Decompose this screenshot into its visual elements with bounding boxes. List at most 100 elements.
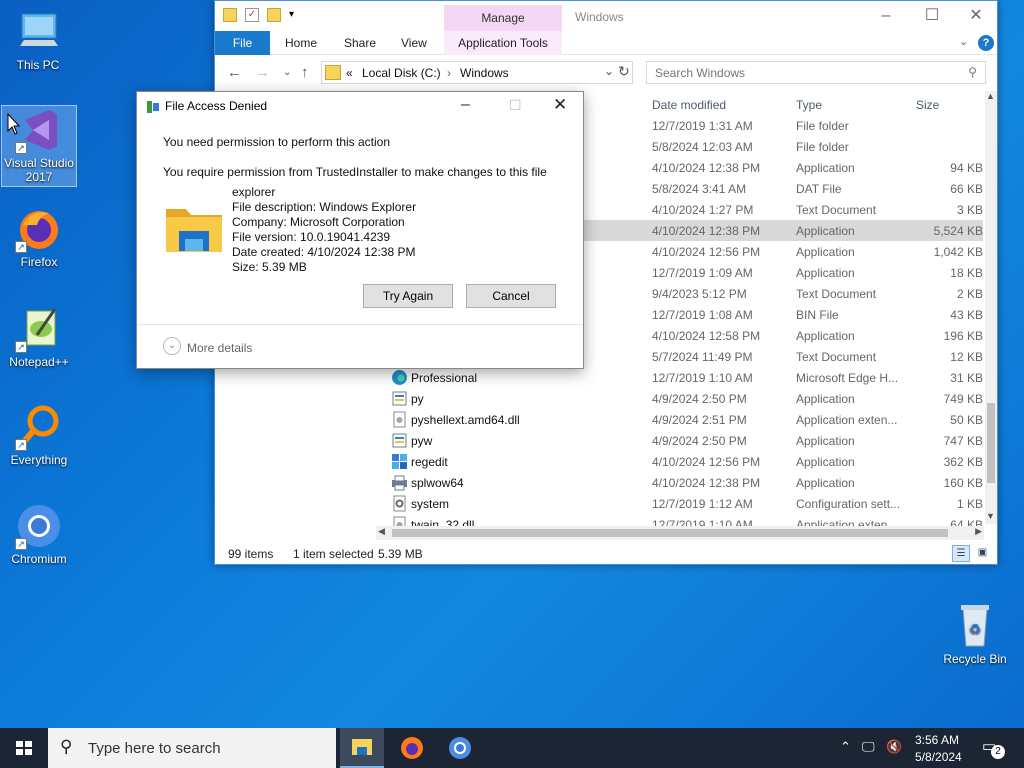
file-size: 747 KB <box>943 434 983 448</box>
file-type: Configuration sett... <box>796 497 901 511</box>
file-size: 66 KB <box>950 182 983 196</box>
file-date-modified: 9/4/2023 5:12 PM <box>652 287 747 301</box>
file-type: Application <box>796 392 855 406</box>
file-type: Text Document <box>796 203 877 217</box>
vertical-scrollbar[interactable]: ▲ ▼ <box>985 91 997 524</box>
file-date-modified: 12/7/2019 1:31 AM <box>652 119 753 133</box>
file-type: File folder <box>796 119 849 133</box>
more-details-link[interactable]: More details <box>187 341 252 355</box>
file-company: Company: Microsoft Corporation <box>232 215 405 229</box>
file-access-denied-dialog: File Access Denied – ☐ ✕ You need permis… <box>136 91 584 369</box>
horizontal-scrollbar[interactable]: ◀ ▶ <box>376 526 984 540</box>
scroll-left-icon[interactable]: ◀ <box>378 526 385 537</box>
file-name: regedit <box>411 455 448 469</box>
file-date-modified: 4/10/2024 12:56 PM <box>652 245 761 259</box>
more-details-chevron-icon[interactable]: ⌄ <box>163 337 181 355</box>
dialog-title: File Access Denied <box>165 99 268 113</box>
taskbar-firefox[interactable] <box>390 728 434 768</box>
python-icon <box>391 432 408 449</box>
file-row[interactable]: twain_32.dll 12/7/2019 1:10 AM Application… <box>215 514 983 526</box>
dll-file-icon <box>391 411 408 428</box>
desktop-icon-label: Recycle Bin <box>943 652 1007 666</box>
python-icon <box>391 390 408 407</box>
taskbar-search-input[interactable]: Type here to search <box>88 740 221 757</box>
clock-time[interactable]: 3:56 AM <box>915 733 959 747</box>
file-date-modified: 5/8/2024 3:41 AM <box>652 182 747 196</box>
file-size: 196 KB <box>943 329 983 343</box>
file-type: Application <box>796 434 855 448</box>
file-row[interactable]: py 4/9/2024 2:50 PM Application 749 KB <box>215 388 983 409</box>
status-selection: 1 item selected <box>293 547 374 561</box>
file-date-modified: 4/10/2024 12:56 PM <box>652 455 761 469</box>
registry-editor-icon <box>391 453 408 470</box>
file-type: File folder <box>796 140 849 154</box>
file-row[interactable]: regedit 4/10/2024 12:56 PM Application 362 … <box>215 451 983 472</box>
details-view-icon[interactable]: ☰ <box>952 545 970 562</box>
file-date-modified: 4/9/2024 2:51 PM <box>652 413 747 427</box>
file-type: Application <box>796 161 855 175</box>
volume-muted-icon[interactable]: 🔇 <box>886 739 902 755</box>
scroll-up-icon[interactable]: ▲ <box>986 91 995 101</box>
taskbar-chromium[interactable] <box>438 728 482 768</box>
file-row[interactable]: pyshellext.amd64.dll 4/9/2024 2:51 PM Appl… <box>215 409 983 430</box>
file-size: 1 KB <box>956 497 983 511</box>
dll-file-icon <box>391 516 408 526</box>
file-size: 94 KB <box>950 161 983 175</box>
file-size: 3 KB <box>956 203 983 217</box>
scroll-down-icon[interactable]: ▼ <box>986 511 995 521</box>
try-again-button[interactable]: Try Again <box>363 284 453 308</box>
file-size: 362 KB <box>943 455 983 469</box>
desktop-icon-label: Chromium <box>11 552 67 566</box>
desktop-icon-recycle-bin[interactable]: ♻ Recycle Bin <box>937 602 1013 666</box>
permission-icon <box>147 101 159 113</box>
file-row[interactable]: Professional 12/7/2019 1:10 AM Microsoft E… <box>215 367 983 388</box>
large-icons-view-icon[interactable]: ▣ <box>974 545 991 562</box>
chromium-icon <box>449 737 471 759</box>
file-type: Microsoft Edge H... <box>796 371 899 385</box>
file-row[interactable]: splwow64 4/10/2024 12:38 PM Application 160… <box>215 472 983 493</box>
scrollbar-thumb[interactable] <box>987 403 995 483</box>
svg-text:♻: ♻ <box>969 621 982 637</box>
file-version: File version: 10.0.19041.4239 <box>232 230 391 244</box>
file-type: Application exten... <box>796 413 898 427</box>
file-size: 64 KB <box>950 518 983 526</box>
file-row[interactable]: system 12/7/2019 1:12 AM Configuration set… <box>215 493 983 514</box>
network-icon[interactable]: 🖵 <box>862 739 875 755</box>
status-selection-size: 5.39 MB <box>378 547 423 561</box>
cancel-button[interactable]: Cancel <box>466 284 556 308</box>
file-row[interactable]: pyw 4/9/2024 2:50 PM Application 747 KB <box>215 430 983 451</box>
taskbar-search-box[interactable]: ⚲ Type here to search <box>48 728 336 768</box>
file-name: pyshellext.amd64.dll <box>411 413 520 427</box>
scrollbar-thumb[interactable] <box>392 529 948 537</box>
start-button[interactable] <box>0 728 48 768</box>
explorer-file-icon <box>165 205 223 253</box>
file-date-modified: 5/8/2024 12:03 AM <box>652 140 753 154</box>
file-type: Application <box>796 476 855 490</box>
file-type: DAT File <box>796 182 842 196</box>
close-button[interactable]: ✕ <box>553 95 567 115</box>
file-size: 18 KB <box>950 266 983 280</box>
file-date-modified: 12/7/2019 1:09 AM <box>652 266 753 280</box>
file-size: 2 KB <box>956 287 983 301</box>
settings-file-icon <box>391 495 408 512</box>
search-icon: ⚲ <box>60 737 73 756</box>
clock-date[interactable]: 5/8/2024 <box>915 750 962 764</box>
file-date-modified: 12/7/2019 1:10 AM <box>652 371 753 385</box>
file-size: 160 KB <box>943 476 983 490</box>
file-date-modified: 4/10/2024 12:38 PM <box>652 161 761 175</box>
minimize-button[interactable]: – <box>461 96 470 114</box>
file-type: Application <box>796 224 855 238</box>
scroll-right-icon[interactable]: ▶ <box>975 526 982 537</box>
status-item-count: 99 items <box>228 547 274 561</box>
taskbar-file-explorer[interactable] <box>340 728 384 768</box>
notifications-button[interactable]: ▭ 2 <box>982 737 1006 759</box>
file-size: 43 KB <box>950 308 983 322</box>
file-description: File description: Windows Explorer <box>232 200 417 214</box>
file-name: twain_32.dll <box>411 518 475 526</box>
dialog-divider <box>137 324 583 325</box>
file-size: 749 KB <box>943 392 983 406</box>
show-hidden-icons-icon[interactable]: ⌃ <box>840 739 851 755</box>
file-date-created: Date created: 4/10/2024 12:38 PM <box>232 245 416 259</box>
shortcut-arrow-icon: ↗ <box>15 538 27 550</box>
file-date-modified: 4/9/2024 2:50 PM <box>652 392 747 406</box>
